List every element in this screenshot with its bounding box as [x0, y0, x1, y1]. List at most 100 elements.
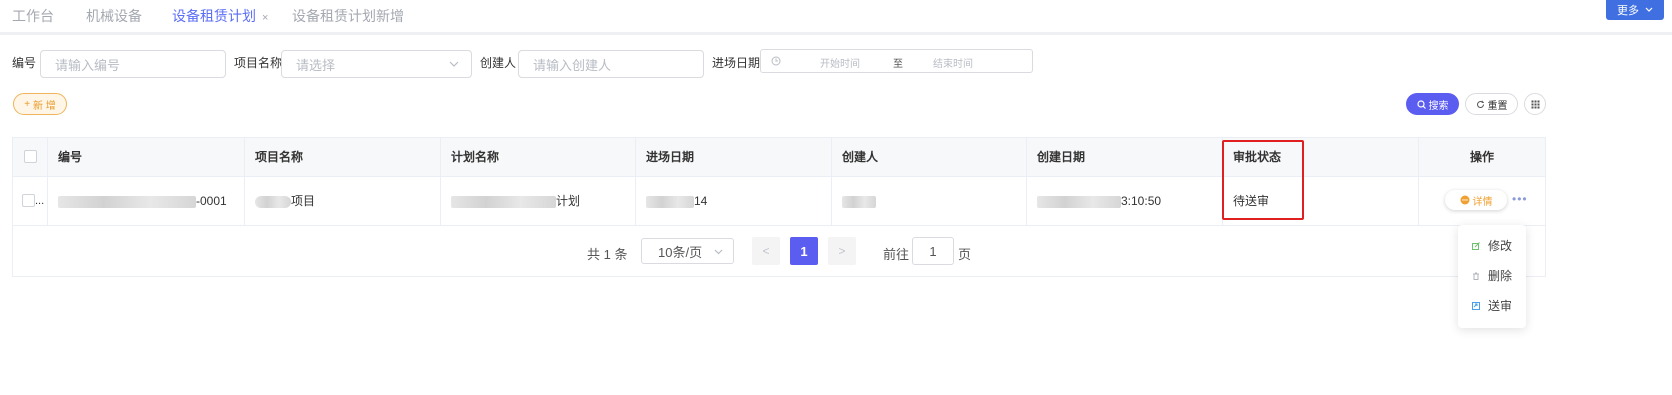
menu-item-submit-review[interactable]: 送审 [1472, 297, 1512, 314]
search-label: 搜索 [1428, 100, 1449, 112]
header-plan-name: 计划名称 [441, 138, 636, 176]
code-input[interactable]: 请输入编号 [40, 50, 226, 78]
edit-icon [1472, 241, 1480, 250]
tab-workbench[interactable]: 工作台 [12, 6, 54, 26]
goto-label: 前往 [883, 247, 910, 262]
tab-rental-plan[interactable]: 设备租赁计划 × [172, 6, 268, 26]
row-ellipsis: ... [35, 195, 45, 207]
chevron-down-icon [1645, 7, 1653, 12]
header-project-name: 项目名称 [245, 138, 441, 176]
tab-divider [0, 32, 1672, 35]
add-button[interactable]: + 新 增 [13, 93, 67, 115]
redacted-text [255, 195, 291, 208]
creator-input[interactable]: 请输入创建人 [518, 50, 704, 78]
prev-page-button[interactable]: < [752, 237, 780, 265]
header-approval-status: 审批状态 [1223, 138, 1419, 176]
page-size-select[interactable]: 10条/页 [641, 238, 734, 264]
tab-machinery[interactable]: 机械设备 [86, 6, 142, 26]
tab-label: 工作台 [12, 8, 54, 24]
cell-created-suffix: 3:10:50 [1121, 194, 1162, 208]
project-placeholder: 请选择 [296, 57, 336, 73]
cell-approval-status: 待送审 [1223, 177, 1419, 225]
page-1-button[interactable]: 1 [790, 237, 818, 265]
reset-button[interactable]: 重置 [1465, 93, 1518, 115]
creator-label: 创建人 [480, 56, 517, 70]
more-button[interactable]: 更多 [1606, 0, 1664, 20]
header-entry-date: 进场日期 [636, 138, 832, 176]
cell-project-name: 项目 [245, 177, 441, 225]
message-icon [1460, 195, 1469, 205]
close-icon[interactable]: × [262, 12, 268, 24]
detail-label: 详情 [1472, 196, 1493, 208]
column-settings-button[interactable] [1524, 93, 1546, 115]
detail-button[interactable]: 详情 [1445, 190, 1507, 210]
add-label: 新 增 [33, 100, 56, 112]
cell-date-suffix: 14 [694, 194, 708, 208]
menu-item-label: 送审 [1488, 299, 1513, 313]
redacted-text [1037, 195, 1121, 208]
goto-page-input[interactable]: 1 [912, 237, 954, 265]
table-row: ... -0001 项目 计划 14 3:10:50 待送审 [13, 177, 1545, 226]
entry-date-label: 进场日期 [712, 56, 761, 70]
range-separator: 至 [893, 59, 903, 70]
chevron-down-icon [714, 249, 723, 255]
redacted-text [58, 195, 196, 208]
plus-icon: + [24, 98, 31, 110]
refresh-icon [1476, 100, 1484, 108]
more-label: 更多 [1617, 5, 1639, 17]
end-date-placeholder: 结束时间 [933, 59, 973, 70]
search-icon [1416, 99, 1426, 109]
creator-placeholder: 请输入创建人 [533, 57, 612, 73]
row-checkbox[interactable] [22, 194, 35, 207]
cell-project-suffix: 项目 [291, 194, 316, 208]
header-actions: 操作 [1469, 150, 1494, 164]
header-select-cell [13, 138, 48, 176]
redacted-text [451, 195, 556, 208]
tab-label: 机械设备 [86, 8, 142, 24]
start-date-placeholder: 开始时间 [820, 59, 860, 70]
cell-entry-date: 14 [636, 177, 832, 225]
grid-icon [1531, 100, 1539, 108]
table-header: 编号 项目名称 计划名称 进场日期 创建人 创建日期 审批状态 操作 [13, 138, 1545, 177]
cell-code-suffix: -0001 [196, 194, 227, 208]
page-size-value: 10条/页 [658, 244, 703, 260]
row-select-cell: ... [13, 177, 48, 225]
header-created-date: 创建日期 [1027, 138, 1223, 176]
next-page-button[interactable]: > [828, 237, 856, 265]
project-label: 项目名称 [234, 56, 283, 70]
menu-item-edit[interactable]: 修改 [1472, 237, 1512, 254]
row-actions-dropdown: 修改 删除 送审 [1458, 225, 1526, 328]
project-select[interactable]: 请选择 [281, 50, 472, 78]
tab-rental-plan-new[interactable]: 设备租赁计划新增 [292, 6, 404, 26]
chevron-down-icon [449, 61, 459, 67]
menu-item-label: 修改 [1488, 239, 1513, 253]
select-all-checkbox[interactable] [24, 150, 37, 163]
header-code: 编号 [48, 138, 245, 176]
trash-icon [1473, 272, 1479, 280]
tab-label: 设备租赁计划 [172, 8, 256, 24]
tab-label: 设备租赁计划新增 [292, 8, 404, 24]
cell-plan-name: 计划 [441, 177, 636, 225]
more-actions-icon[interactable]: ••• [1512, 192, 1528, 206]
cell-code: -0001 [48, 177, 245, 225]
cell-creator [832, 177, 1027, 225]
tab-bar: 工作台 机械设备 设备租赁计划 × 设备租赁计划新增 [0, 0, 1672, 32]
menu-item-delete[interactable]: 删除 [1472, 267, 1512, 284]
reset-label: 重置 [1487, 100, 1508, 112]
cell-created-date: 3:10:50 [1027, 177, 1223, 225]
code-label: 编号 [12, 56, 37, 70]
redacted-text [646, 195, 694, 208]
code-placeholder: 请输入编号 [55, 57, 121, 73]
cell-plan-suffix: 计划 [556, 194, 581, 208]
chevron-left-icon: < [762, 244, 770, 258]
pagination-total: 共 1 条 [587, 247, 628, 262]
header-creator: 创建人 [832, 138, 1027, 176]
send-icon [1472, 301, 1480, 310]
chevron-right-icon: > [838, 244, 846, 258]
entry-date-range-picker[interactable]: 开始时间 至 结束时间 [760, 49, 1033, 73]
page-unit-label: 页 [958, 247, 972, 262]
menu-item-label: 删除 [1488, 269, 1513, 283]
redacted-text [842, 195, 876, 208]
clock-icon [771, 56, 781, 66]
search-button[interactable]: 搜索 [1406, 93, 1459, 115]
